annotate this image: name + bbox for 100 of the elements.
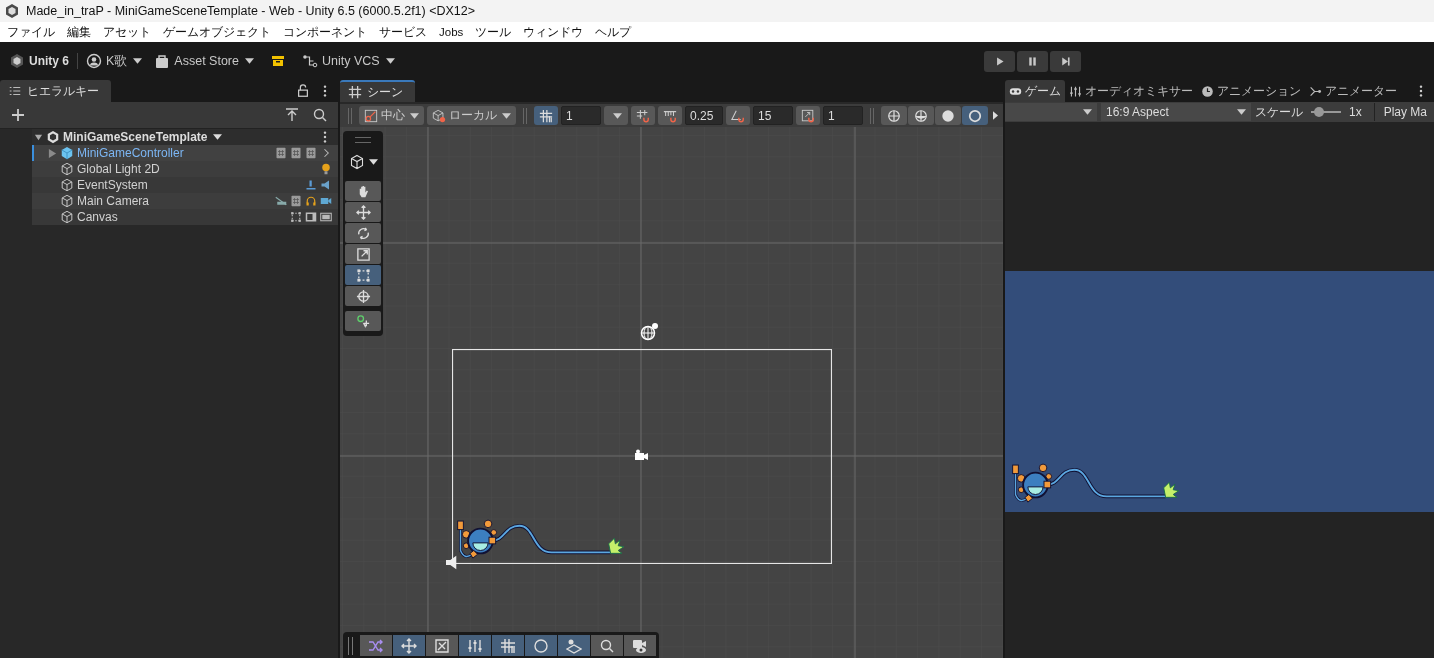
hierarchy-item[interactable]: Main Camera (32, 193, 338, 209)
scene-tab[interactable]: シーン (340, 80, 415, 102)
shaded-sphere-button[interactable] (935, 106, 961, 125)
hierarchy-item[interactable]: EventSystem (32, 177, 338, 193)
transform-icon (355, 288, 371, 304)
wireframe-button[interactable] (881, 106, 907, 125)
cube-icon (60, 178, 74, 192)
expand-arrow-icon[interactable] (48, 148, 57, 158)
cube-icon (60, 210, 74, 224)
aspect-dropdown[interactable]: 16:9 Aspect (1101, 103, 1251, 121)
effects-button[interactable] (426, 635, 458, 656)
grid-size-dropdown[interactable] (604, 106, 628, 125)
grid-button[interactable] (492, 635, 524, 656)
layers-button[interactable] (558, 635, 590, 656)
angle-magnet-icon (731, 108, 745, 123)
scale-icon (355, 246, 371, 262)
space-dropdown[interactable]: ローカル (427, 106, 516, 125)
account-dropdown[interactable]: K歌 (86, 52, 143, 70)
rotate-button[interactable] (345, 223, 381, 243)
scale-magnet-icon (801, 108, 815, 123)
object-name: Global Light 2D (77, 162, 160, 176)
menu-item[interactable]: 編集 (67, 24, 91, 40)
menu-item[interactable]: ヘルプ (595, 24, 632, 40)
rect-tool-button[interactable] (345, 265, 381, 285)
pause-button[interactable] (1017, 51, 1048, 72)
caret-icon[interactable] (212, 134, 222, 140)
script-icon (275, 147, 287, 159)
menu-item[interactable]: ファイル (7, 24, 55, 40)
grid-toggle[interactable] (534, 106, 558, 125)
hierarchy-tab[interactable]: ヒエラルキー (0, 80, 111, 102)
expand-arrow-icon[interactable] (34, 132, 43, 142)
pivot-dropdown[interactable]: 中心 (359, 106, 424, 125)
grid-icon (539, 108, 553, 123)
caret-icon (612, 112, 622, 119)
grid-size-field[interactable]: 1 (561, 106, 601, 125)
rotate-snap-button[interactable] (726, 106, 750, 125)
moon-button[interactable] (525, 635, 557, 656)
grid-snap-button[interactable] (631, 106, 655, 125)
menu-item[interactable]: ウィンドウ (523, 24, 584, 40)
cube-icon (60, 194, 74, 208)
search-icon (599, 637, 615, 654)
archive-icon[interactable] (270, 53, 286, 69)
product-label: Unity 6 (29, 54, 69, 68)
shaded-sphere-icon (941, 108, 955, 123)
speaker-icon (320, 179, 332, 191)
panel-tab[interactable]: ゲーム (1005, 80, 1065, 102)
menu-item[interactable]: ツール (475, 24, 512, 40)
camera-icon (320, 195, 332, 207)
list-icon (8, 84, 22, 98)
asset-store-dropdown[interactable]: Asset Store (154, 53, 254, 69)
scale-button[interactable] (345, 244, 381, 264)
cube-icon (432, 108, 446, 123)
account-icon (86, 53, 102, 69)
shuffle-button[interactable] (360, 635, 392, 656)
hand-button[interactable] (345, 181, 381, 201)
sliders-button[interactable] (459, 635, 491, 656)
more-arrow-icon[interactable] (993, 111, 998, 120)
search-button[interactable] (591, 635, 623, 656)
camera-off-icon (275, 195, 287, 207)
menu-item[interactable]: コンポーネント (283, 24, 367, 40)
hierarchy-item[interactable]: Canvas (32, 209, 338, 225)
menu-item[interactable]: サービス (379, 24, 427, 40)
menu-item[interactable]: Jobs (439, 26, 464, 38)
event-icon (305, 179, 317, 191)
transform-button[interactable] (345, 286, 381, 306)
panel-tab[interactable]: オーディオミキサー (1065, 80, 1197, 102)
search-icon[interactable] (312, 107, 328, 123)
add-icon[interactable] (10, 107, 26, 123)
unlit-button[interactable] (962, 106, 988, 125)
hierarchy-item[interactable]: Global Light 2D (32, 161, 338, 177)
scale-snap-button[interactable] (796, 106, 820, 125)
custom-tool-button[interactable] (345, 311, 381, 331)
move-button[interactable] (345, 202, 381, 222)
collapse-icon[interactable] (284, 107, 300, 123)
cube-icon (60, 162, 74, 176)
hierarchy-item[interactable]: MiniGameController (32, 145, 338, 161)
rect-tool-icon (290, 211, 302, 223)
camera-eye-button[interactable] (624, 635, 656, 656)
shaded-wireframe-button[interactable] (908, 106, 934, 125)
panel-tab[interactable]: アニメーター (1305, 80, 1401, 102)
menu-item[interactable]: ゲームオブジェクト (163, 24, 271, 40)
move-snap-field[interactable]: 0.25 (685, 106, 723, 125)
scale-label: スケール (1255, 103, 1303, 121)
hash-icon (348, 85, 362, 99)
move-button[interactable] (393, 635, 425, 656)
moon-icon (533, 637, 549, 654)
vcs-dropdown[interactable]: Unity VCS (302, 53, 395, 69)
move-snap-button[interactable] (658, 106, 682, 125)
canvas-icon (320, 211, 332, 223)
menu-item[interactable]: アセット (103, 24, 151, 40)
play-button[interactable] (984, 51, 1015, 72)
panel-tab[interactable]: アニメーション (1197, 80, 1305, 102)
sliders-icon (467, 637, 483, 654)
lock-icon[interactable] (296, 84, 310, 98)
step-button[interactable] (1050, 51, 1081, 72)
scale-snap-field[interactable]: 1 (823, 106, 863, 125)
rotate-snap-field[interactable]: 15 (753, 106, 793, 125)
rect-tool-icon (355, 267, 371, 283)
shuffle-icon (368, 637, 384, 654)
script-icon (290, 195, 302, 207)
